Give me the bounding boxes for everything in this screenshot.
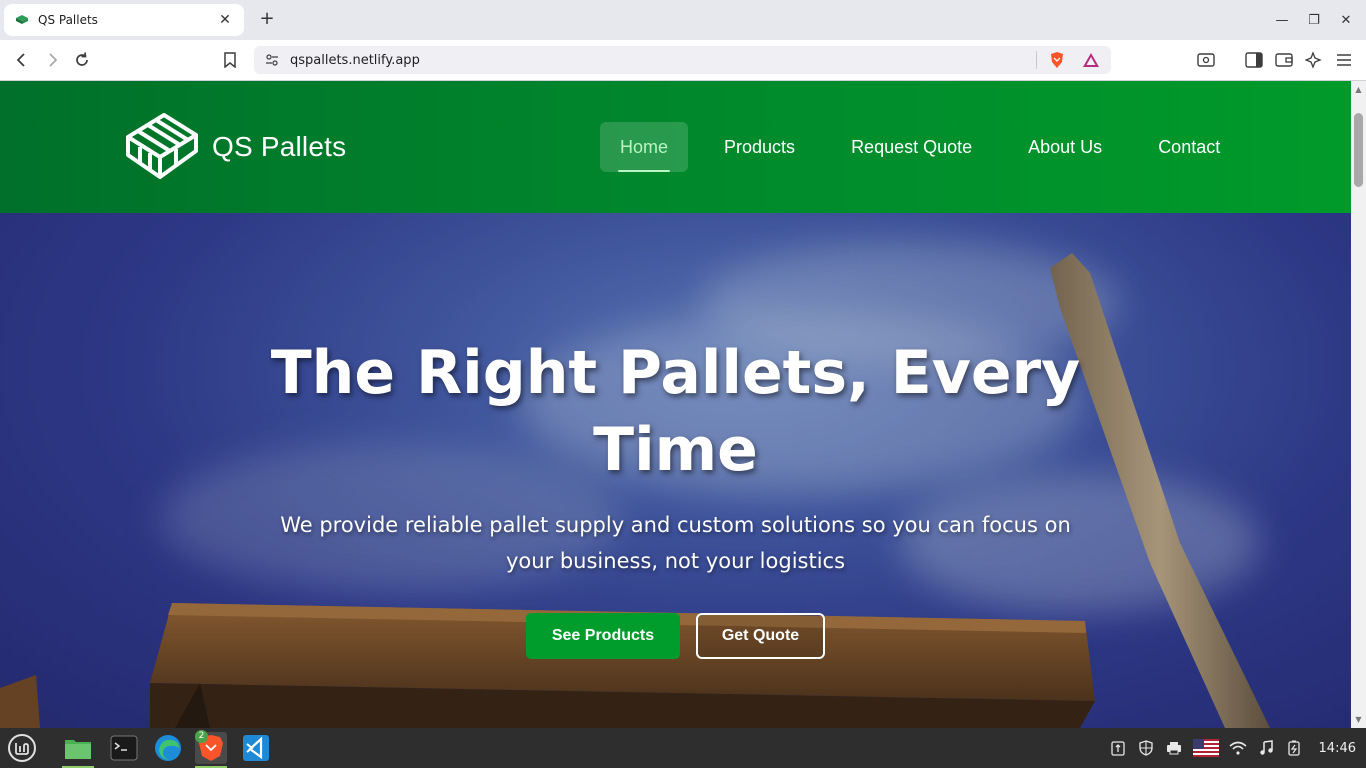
main-nav: Home Products Request Quote About Us Con… <box>600 122 1256 172</box>
hero-title: The Right Pallets, Every Time <box>0 335 1351 489</box>
address-bar[interactable]: qspallets.netlify.app <box>254 46 1111 74</box>
site-header: QS Pallets Home Products Request Quote A… <box>0 81 1351 213</box>
site-logo[interactable]: QS Pallets <box>124 111 346 183</box>
close-tab-icon[interactable]: ✕ <box>216 12 234 28</box>
nav-request-quote[interactable]: Request Quote <box>831 122 992 172</box>
scroll-up-icon[interactable]: ▲ <box>1354 85 1363 94</box>
mint-menu-icon[interactable] <box>6 732 38 764</box>
leo-ai-icon[interactable] <box>1302 48 1326 72</box>
shield-update-icon[interactable] <box>1137 739 1155 757</box>
nav-home[interactable]: Home <box>600 122 689 172</box>
minimize-icon[interactable]: — <box>1270 8 1294 32</box>
volume-music-icon[interactable] <box>1257 739 1275 757</box>
browser-toolbar: qspallets.netlify.app <box>0 40 1366 81</box>
bookmark-icon[interactable] <box>218 48 242 72</box>
maximize-icon[interactable]: ❐ <box>1302 8 1326 32</box>
hero-subtitle: We provide reliable pallet supply and cu… <box>280 513 1071 573</box>
brave-icon[interactable]: 2 <box>195 730 227 768</box>
hero-title-line-1: The Right Pallets, Every <box>270 338 1081 408</box>
get-quote-button[interactable]: Get Quote <box>696 613 825 659</box>
back-icon[interactable] <box>10 48 34 72</box>
page-viewport: QS Pallets Home Products Request Quote A… <box>0 81 1351 728</box>
nav-contact[interactable]: Contact <box>1138 122 1240 172</box>
pallet-logo-icon <box>126 113 198 179</box>
site-info-icon[interactable] <box>260 53 284 67</box>
system-tray: 14:46 <box>1109 728 1356 768</box>
nav-about-us[interactable]: About Us <box>1008 122 1122 172</box>
url-text: qspallets.netlify.app <box>290 52 420 68</box>
nav-products[interactable]: Products <box>704 122 815 172</box>
window-controls: — ❐ ✕ <box>1270 8 1358 32</box>
terminal-icon[interactable] <box>108 732 140 764</box>
edge-icon[interactable] <box>152 732 184 764</box>
address-bar-divider <box>1036 51 1037 69</box>
printer-icon[interactable] <box>1165 739 1183 757</box>
page-scrollbar[interactable]: ▲ ▼ <box>1351 81 1366 728</box>
brand-name: QS Pallets <box>212 131 347 162</box>
browser-tab[interactable]: QS Pallets ✕ <box>4 4 244 36</box>
clipboard-icon[interactable] <box>1109 739 1127 757</box>
reload-icon[interactable] <box>70 48 94 72</box>
see-products-button[interactable]: See Products <box>526 613 680 659</box>
us-flag-keyboard-icon[interactable] <box>1192 739 1219 757</box>
tab-title: QS Pallets <box>38 13 98 27</box>
sidebar-icon[interactable] <box>1242 48 1266 72</box>
scrollbar-thumb[interactable] <box>1354 113 1363 187</box>
battery-icon[interactable] <box>1285 739 1303 757</box>
browser-tab-bar: QS Pallets ✕ + — ❐ ✕ <box>0 0 1366 40</box>
vscode-icon[interactable] <box>240 732 272 764</box>
menu-icon[interactable] <box>1332 48 1356 72</box>
hero-section: The Right Pallets, Every Time We provide… <box>0 213 1351 728</box>
brave-window-count-badge: 2 <box>195 730 208 743</box>
pallet-favicon-icon <box>16 15 28 24</box>
hero-title-line-2: Time <box>593 415 758 485</box>
wifi-icon[interactable] <box>1229 739 1247 757</box>
clock[interactable]: 14:46 <box>1319 741 1356 756</box>
hero-buttons: See Products Get Quote <box>526 613 825 659</box>
brave-rewards-icon[interactable] <box>1081 52 1101 68</box>
search-tabs-icon[interactable] <box>1194 48 1218 72</box>
scroll-down-icon[interactable]: ▼ <box>1354 715 1363 724</box>
brave-shields-icon[interactable] <box>1047 51 1067 69</box>
wallet-icon[interactable] <box>1272 48 1296 72</box>
os-taskbar: 2 14:46 <box>0 728 1366 768</box>
forward-icon[interactable] <box>40 48 64 72</box>
close-window-icon[interactable]: ✕ <box>1334 8 1358 32</box>
new-tab-button[interactable]: + <box>256 8 278 30</box>
files-icon[interactable] <box>62 732 94 768</box>
